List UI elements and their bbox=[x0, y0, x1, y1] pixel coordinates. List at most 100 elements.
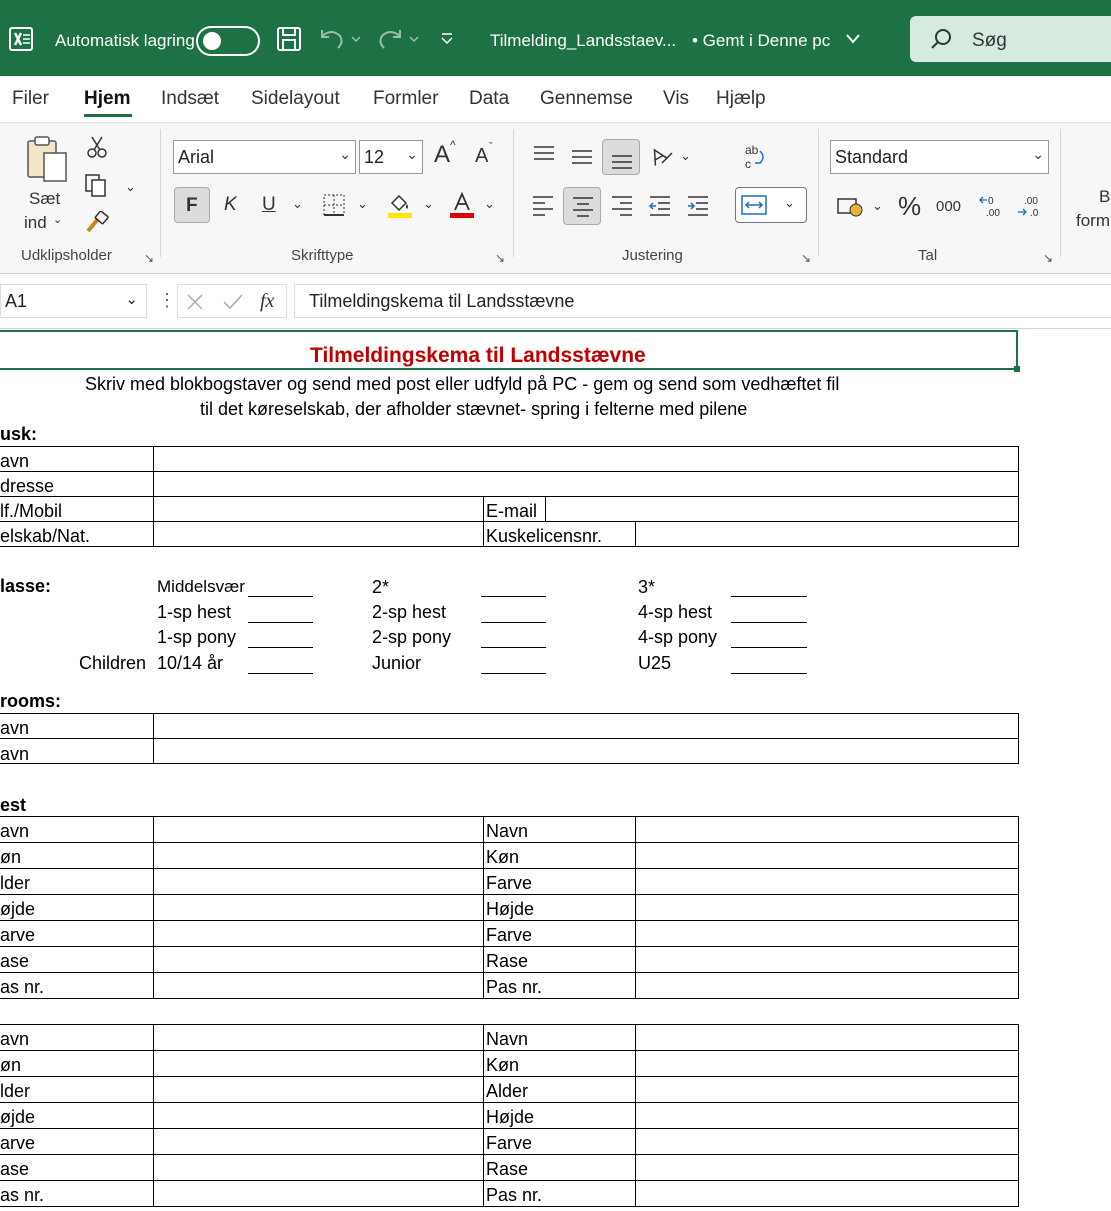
orientation-icon[interactable] bbox=[648, 145, 674, 167]
tab-data[interactable]: Data bbox=[469, 88, 509, 110]
decrease-indent-icon[interactable] bbox=[648, 195, 672, 217]
decrease-decimal-icon[interactable]: .00.0 bbox=[1016, 193, 1044, 219]
file-name[interactable]: Tilmelding_Landsstaev... bbox=[490, 31, 676, 51]
insert-function-icon[interactable]: fx bbox=[260, 290, 274, 313]
align-left-icon[interactable] bbox=[531, 195, 555, 217]
align-center-button[interactable] bbox=[563, 187, 601, 225]
paste-label-1[interactable]: Sæt bbox=[29, 189, 60, 209]
class-entry-blank[interactable] bbox=[481, 647, 546, 648]
tab-hjaelp[interactable]: Hjælp bbox=[716, 88, 766, 110]
shrink-font-icon[interactable]: A bbox=[475, 146, 488, 166]
alignment-group-label: Justering bbox=[622, 247, 683, 264]
conditional-format-label-2[interactable]: form bbox=[1076, 211, 1110, 231]
save-status[interactable]: • Gemt i Denne pc bbox=[692, 31, 830, 51]
tab-hjem[interactable]: Hjem bbox=[84, 88, 130, 110]
merge-center-button[interactable]: ⌄ bbox=[735, 187, 807, 223]
search-box[interactable]: Søg bbox=[910, 16, 1111, 62]
paste-dropdown-icon[interactable]: ⌄ bbox=[53, 213, 62, 226]
class-entry-blank[interactable] bbox=[481, 622, 546, 623]
align-middle-icon[interactable] bbox=[570, 147, 594, 167]
grid-line bbox=[1018, 1024, 1019, 1206]
underline-icon[interactable]: U bbox=[262, 195, 276, 214]
paste-label-2[interactable]: ind bbox=[24, 213, 47, 233]
kusk-phone-label: lf./Mobil bbox=[0, 501, 63, 521]
tab-indsaet[interactable]: Indsæt bbox=[161, 88, 219, 110]
grow-font-icon[interactable]: A bbox=[434, 143, 450, 167]
more-options-icon[interactable]: ⋮ bbox=[158, 290, 176, 311]
align-bottom-button[interactable] bbox=[602, 139, 640, 175]
tab-filer[interactable]: Filer bbox=[12, 88, 49, 110]
font-color-dropdown-icon[interactable]: ⌄ bbox=[484, 197, 495, 210]
borders-dropdown-icon[interactable]: ⌄ bbox=[357, 197, 368, 210]
paste-icon[interactable] bbox=[24, 135, 70, 183]
bold-button[interactable]: F bbox=[174, 187, 210, 223]
copy-dropdown-icon[interactable]: ⌄ bbox=[125, 179, 136, 195]
undo-icon[interactable] bbox=[318, 28, 362, 50]
align-right-icon[interactable] bbox=[610, 195, 634, 217]
copy-icon[interactable] bbox=[84, 173, 108, 197]
tab-formler[interactable]: Formler bbox=[373, 88, 438, 110]
underline-dropdown-icon[interactable]: ⌄ bbox=[292, 197, 303, 210]
customize-toolbar-icon[interactable] bbox=[440, 32, 454, 46]
orientation-dropdown-icon[interactable]: ⌄ bbox=[680, 149, 691, 162]
class-entry-blank[interactable] bbox=[731, 596, 807, 597]
worksheet[interactable]: Tilmeldingskema til Landsstævne Skriv me… bbox=[0, 328, 1111, 1211]
clipboard-launcher-icon[interactable]: ↘ bbox=[144, 251, 154, 265]
redo-icon[interactable] bbox=[376, 28, 420, 50]
horse-field-label: lder bbox=[0, 1081, 31, 1101]
fill-handle[interactable] bbox=[1014, 366, 1020, 372]
conditional-format-label-1[interactable]: Be bbox=[1099, 187, 1111, 207]
fill-dropdown-icon[interactable]: ⌄ bbox=[423, 197, 434, 210]
font-color-icon[interactable] bbox=[448, 191, 476, 219]
tab-gennemse[interactable]: Gennemse bbox=[540, 88, 633, 110]
percent-icon[interactable]: % bbox=[898, 193, 921, 219]
number-launcher-icon[interactable]: ↘ bbox=[1043, 251, 1053, 265]
increase-indent-icon[interactable] bbox=[686, 195, 710, 217]
font-launcher-icon[interactable]: ↘ bbox=[495, 251, 505, 265]
alignment-launcher-icon[interactable]: ↘ bbox=[801, 251, 811, 265]
class-entry-blank[interactable] bbox=[248, 647, 313, 648]
class-entry-blank[interactable] bbox=[248, 673, 313, 674]
horse-field-label: Rase bbox=[486, 951, 529, 971]
tab-sidelayout[interactable]: Sidelayout bbox=[251, 88, 340, 110]
klasse-header: lasse: bbox=[0, 576, 52, 596]
accounting-dropdown-icon[interactable]: ⌄ bbox=[872, 199, 883, 212]
enter-icon[interactable] bbox=[222, 293, 244, 311]
align-top-icon[interactable] bbox=[532, 145, 556, 165]
merge-center-icon bbox=[741, 195, 767, 215]
grid-line bbox=[0, 546, 1019, 547]
svg-text:c: c bbox=[745, 157, 751, 171]
borders-icon[interactable] bbox=[322, 193, 346, 217]
svg-text:ab: ab bbox=[745, 143, 759, 157]
tab-vis[interactable]: Vis bbox=[663, 88, 689, 110]
wrap-text-icon[interactable]: ab c bbox=[742, 143, 768, 171]
increase-decimal-icon[interactable]: 0.00 bbox=[978, 193, 1006, 219]
class-entry-blank[interactable] bbox=[731, 622, 807, 623]
autosave-toggle[interactable] bbox=[196, 26, 260, 56]
class-1sp-hest: 1-sp hest bbox=[157, 602, 232, 622]
number-format-select[interactable]: Standard ⌄ bbox=[830, 140, 1049, 174]
cancel-icon[interactable] bbox=[186, 293, 204, 311]
save-icon[interactable] bbox=[276, 26, 302, 52]
italic-icon[interactable]: K bbox=[224, 195, 237, 214]
cut-icon[interactable] bbox=[86, 135, 108, 159]
font-name-select[interactable]: Arial ⌄ bbox=[173, 140, 356, 174]
class-entry-blank[interactable] bbox=[731, 647, 807, 648]
chevron-down-icon: ⌄ bbox=[125, 291, 138, 308]
class-entry-blank[interactable] bbox=[481, 673, 546, 674]
chevron-down-icon[interactable] bbox=[845, 33, 861, 45]
name-box[interactable]: A1 ⌄ bbox=[0, 284, 147, 318]
horse-field-label: Farve bbox=[486, 873, 533, 893]
class-entry-blank[interactable] bbox=[731, 673, 807, 674]
horse-field-label: Køn bbox=[486, 847, 520, 867]
formula-input[interactable]: Tilmeldingskema til Landsstævne bbox=[294, 284, 1111, 318]
class-entry-blank[interactable] bbox=[248, 622, 313, 623]
comma-style-icon[interactable]: 000 bbox=[936, 199, 961, 214]
format-painter-icon[interactable] bbox=[84, 211, 110, 235]
formula-input-value: Tilmeldingskema til Landsstævne bbox=[309, 291, 575, 311]
class-entry-blank[interactable] bbox=[481, 596, 546, 597]
accounting-format-icon[interactable] bbox=[836, 195, 864, 219]
fill-color-icon[interactable] bbox=[386, 191, 414, 219]
font-size-select[interactable]: 12 ⌄ bbox=[359, 140, 423, 174]
class-entry-blank[interactable] bbox=[248, 596, 313, 597]
